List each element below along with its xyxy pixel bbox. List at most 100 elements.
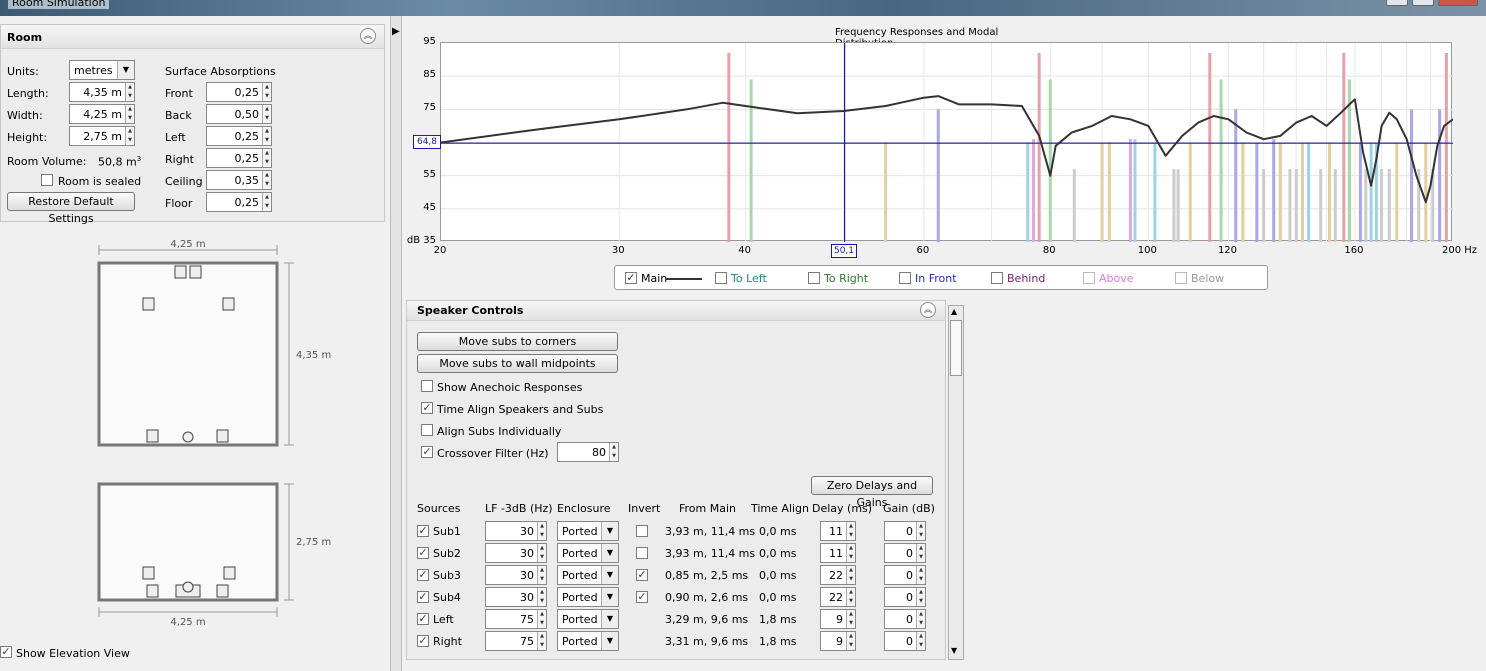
- spinner-arrows-icon[interactable]: ▲ ▼: [609, 443, 618, 461]
- units-select[interactable]: metres ▼: [69, 60, 135, 80]
- spinner-arrows-icon[interactable]: ▲ ▼: [262, 105, 271, 123]
- sub2-icon[interactable]: [189, 265, 202, 279]
- right-speaker-icon[interactable]: [222, 297, 235, 311]
- spinner-arrows-icon[interactable]: ▲ ▼: [125, 127, 134, 145]
- spinner-arrows-icon[interactable]: ▲ ▼: [916, 566, 925, 584]
- delay-stepper[interactable]: 22 ▲ ▼: [820, 587, 856, 607]
- spinner-arrows-icon[interactable]: ▲ ▼: [916, 522, 925, 540]
- enclosure-select[interactable]: Ported ▼: [557, 631, 619, 651]
- room-sealed-checkbox[interactable]: [41, 174, 53, 186]
- close-button[interactable]: [1438, 0, 1478, 6]
- spinner-arrows-icon[interactable]: ▲ ▼: [262, 171, 271, 189]
- surface-absorption-stepper[interactable]: 0,25 ▲ ▼: [206, 126, 272, 146]
- scroll-down-icon[interactable]: ▼: [951, 646, 957, 655]
- legend-checkbox-above[interactable]: [1083, 272, 1095, 284]
- delay-stepper[interactable]: 9 ▲ ▼: [820, 609, 856, 629]
- spinner-arrows-icon[interactable]: ▲ ▼: [846, 544, 855, 562]
- delay-stepper[interactable]: 11 ▲ ▼: [820, 521, 856, 541]
- legend-checkbox-to-left[interactable]: [715, 272, 727, 284]
- collapse-icon[interactable]: ︽: [920, 302, 936, 318]
- lf-stepper[interactable]: 30 ▲ ▼: [485, 587, 547, 607]
- chart-area[interactable]: [440, 42, 1454, 243]
- lf-stepper[interactable]: 75 ▲ ▼: [485, 631, 547, 651]
- spinner-arrows-icon[interactable]: ▲ ▼: [916, 588, 925, 606]
- source-enabled-checkbox[interactable]: ✓: [417, 525, 429, 537]
- gain-stepper[interactable]: 0 ▲ ▼: [884, 609, 926, 629]
- sub4-icon[interactable]: [216, 429, 229, 443]
- invert-checkbox[interactable]: ✓: [636, 569, 648, 581]
- spinner-arrows-icon[interactable]: ▲ ▼: [125, 83, 134, 101]
- spinner-arrows-icon[interactable]: ▲ ▼: [916, 544, 925, 562]
- lf-stepper[interactable]: 30 ▲ ▼: [485, 565, 547, 585]
- spinner-arrows-icon[interactable]: ▲ ▼: [916, 610, 925, 628]
- delay-stepper[interactable]: 9 ▲ ▼: [820, 631, 856, 651]
- spinner-arrows-icon[interactable]: ▲ ▼: [846, 588, 855, 606]
- delay-stepper[interactable]: 11 ▲ ▼: [820, 543, 856, 563]
- gain-stepper[interactable]: 0 ▲ ▼: [884, 631, 926, 651]
- align-individually-checkbox[interactable]: [421, 424, 433, 436]
- length-stepper[interactable]: 4,35 m ▲ ▼: [69, 82, 135, 102]
- scroll-thumb[interactable]: [950, 320, 962, 376]
- legend-checkbox-in-front[interactable]: [899, 272, 911, 284]
- panel-splitter[interactable]: ▶: [390, 16, 402, 671]
- source-enabled-checkbox[interactable]: ✓: [417, 569, 429, 581]
- gain-stepper[interactable]: 0 ▲ ▼: [884, 565, 926, 585]
- legend-checkbox-behind[interactable]: [991, 272, 1003, 284]
- spinner-arrows-icon[interactable]: ▲ ▼: [537, 632, 546, 650]
- crossover-checkbox[interactable]: ✓: [421, 446, 433, 458]
- move-subs-midpoints-button[interactable]: Move subs to wall midpoints: [417, 354, 618, 373]
- spinner-arrows-icon[interactable]: ▲ ▼: [537, 544, 546, 562]
- spinner-arrows-icon[interactable]: ▲ ▼: [916, 632, 925, 650]
- show-elevation-checkbox[interactable]: ✓: [0, 646, 12, 658]
- enclosure-select[interactable]: Ported ▼: [557, 521, 619, 541]
- gain-stepper[interactable]: 0 ▲ ▼: [884, 543, 926, 563]
- spinner-arrows-icon[interactable]: ▲ ▼: [537, 610, 546, 628]
- show-anechoic-checkbox[interactable]: [421, 380, 433, 392]
- splitter-arrow-icon[interactable]: ▶: [392, 26, 400, 37]
- width-stepper[interactable]: 4,25 m ▲ ▼: [69, 104, 135, 124]
- source-enabled-checkbox[interactable]: ✓: [417, 547, 429, 559]
- legend-checkbox-to-right[interactable]: [808, 272, 820, 284]
- gain-stepper[interactable]: 0 ▲ ▼: [884, 521, 926, 541]
- lf-stepper[interactable]: 75 ▲ ▼: [485, 609, 547, 629]
- zero-delays-button[interactable]: Zero Delays and Gains: [811, 476, 933, 509]
- spinner-arrows-icon[interactable]: ▲ ▼: [125, 105, 134, 123]
- gain-stepper[interactable]: 0 ▲ ▼: [884, 587, 926, 607]
- sub1-icon[interactable]: [174, 265, 187, 279]
- source-enabled-checkbox[interactable]: ✓: [417, 613, 429, 625]
- spinner-arrows-icon[interactable]: ▲ ▼: [537, 566, 546, 584]
- height-stepper[interactable]: 2,75 m ▲ ▼: [69, 126, 135, 146]
- spinner-arrows-icon[interactable]: ▲ ▼: [846, 566, 855, 584]
- spinner-arrows-icon[interactable]: ▲ ▼: [846, 632, 855, 650]
- spinner-arrows-icon[interactable]: ▲ ▼: [846, 610, 855, 628]
- delay-stepper[interactable]: 22 ▲ ▼: [820, 565, 856, 585]
- spinner-arrows-icon[interactable]: ▲ ▼: [262, 193, 271, 211]
- spinner-arrows-icon[interactable]: ▲ ▼: [262, 149, 271, 167]
- invert-checkbox[interactable]: [636, 547, 648, 559]
- spinner-arrows-icon[interactable]: ▲ ▼: [846, 522, 855, 540]
- time-align-checkbox[interactable]: ✓: [421, 402, 433, 414]
- move-subs-corners-button[interactable]: Move subs to corners: [417, 332, 618, 351]
- source-enabled-checkbox[interactable]: ✓: [417, 635, 429, 647]
- minimize-button[interactable]: [1386, 0, 1408, 6]
- spinner-arrows-icon[interactable]: ▲ ▼: [262, 127, 271, 145]
- restore-defaults-button[interactable]: Restore Default Settings: [7, 192, 135, 225]
- source-enabled-checkbox[interactable]: ✓: [417, 591, 429, 603]
- spinner-arrows-icon[interactable]: ▲ ▼: [537, 522, 546, 540]
- legend-checkbox-below[interactable]: [1175, 272, 1187, 284]
- surface-absorption-stepper[interactable]: 0,50 ▲ ▼: [206, 104, 272, 124]
- surface-absorption-stepper[interactable]: 0,25 ▲ ▼: [206, 82, 272, 102]
- collapse-icon[interactable]: ︽: [360, 28, 376, 44]
- maximize-button[interactable]: [1412, 0, 1434, 6]
- crossover-stepper[interactable]: 80 ▲ ▼: [557, 442, 619, 462]
- enclosure-select[interactable]: Ported ▼: [557, 543, 619, 563]
- legend-checkbox-main[interactable]: ✓: [625, 272, 637, 284]
- enclosure-select[interactable]: Ported ▼: [557, 609, 619, 629]
- spinner-arrows-icon[interactable]: ▲ ▼: [537, 588, 546, 606]
- surface-absorption-stepper[interactable]: 0,35 ▲ ▼: [206, 170, 272, 190]
- sub3-icon[interactable]: [146, 429, 159, 443]
- enclosure-select[interactable]: Ported ▼: [557, 565, 619, 585]
- listener-icon[interactable]: [182, 431, 194, 443]
- invert-checkbox[interactable]: [636, 525, 648, 537]
- spinner-arrows-icon[interactable]: ▲ ▼: [262, 83, 271, 101]
